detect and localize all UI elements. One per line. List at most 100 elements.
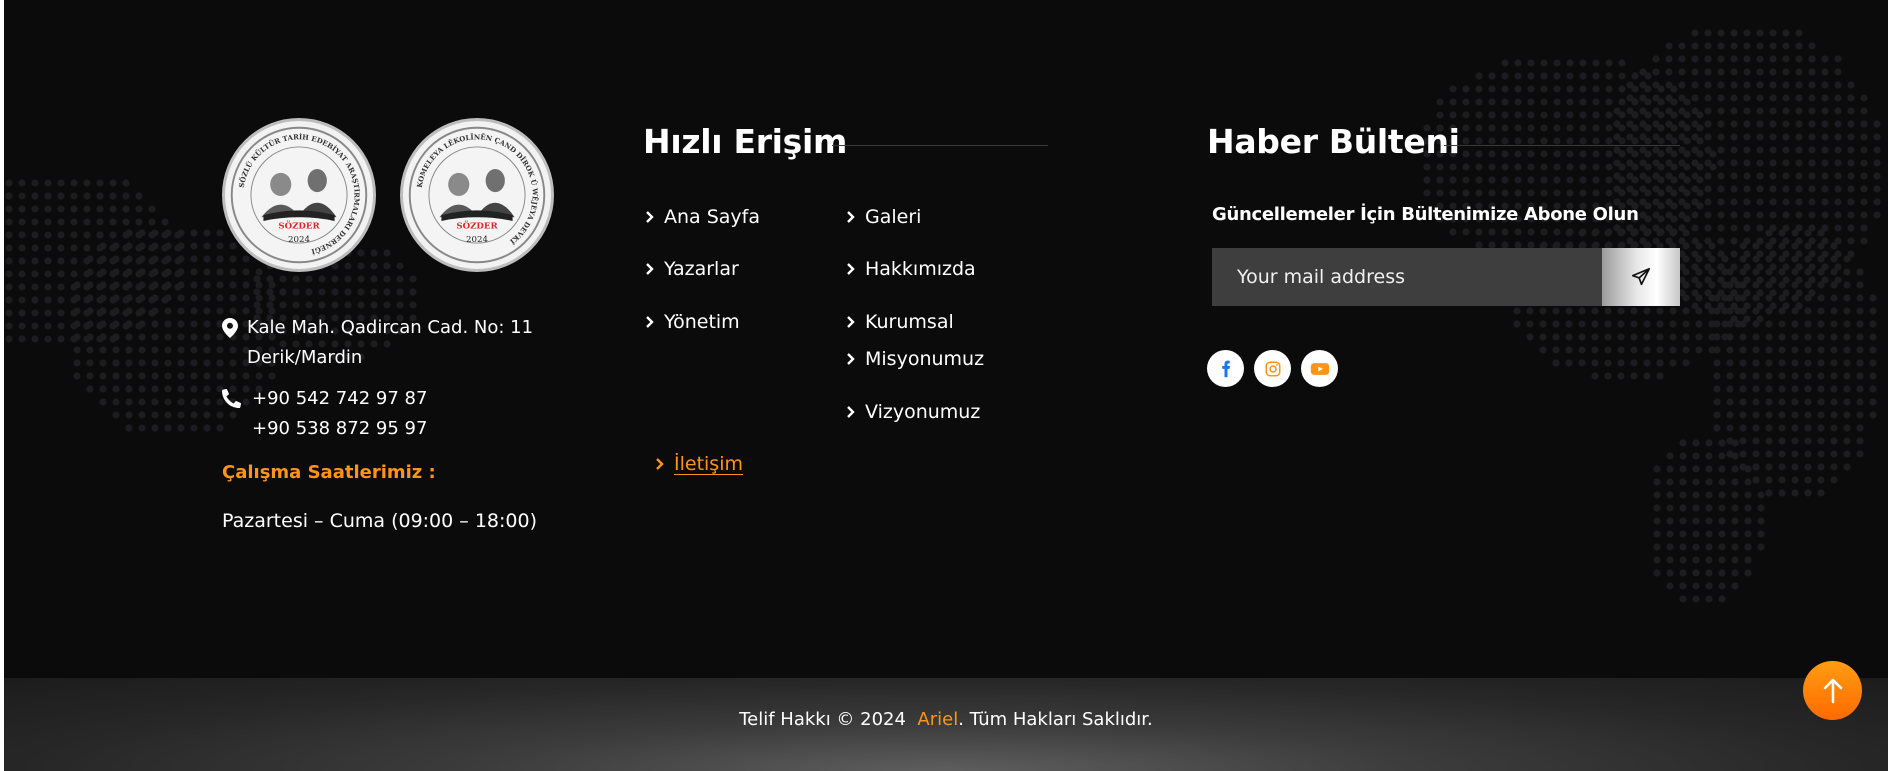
map-dot: [1449, 228, 1457, 236]
phone-number-1[interactable]: +90 542 742 97 87: [252, 384, 427, 414]
quick-link-about[interactable]: Hakkımızda: [845, 258, 976, 280]
address-block: Kale Mah. Qadircan Cad. No: 11 Derik/Mar…: [222, 313, 533, 373]
map-dot: [1713, 385, 1721, 393]
map-dot: [1691, 133, 1699, 141]
brand-link[interactable]: Ariel: [917, 709, 958, 730]
map-dot: [1679, 582, 1687, 590]
map-dot: [1730, 55, 1738, 63]
map-dot: [1704, 29, 1712, 37]
map-dot: [112, 320, 120, 328]
quick-link-contact[interactable]: İletişim: [654, 453, 743, 475]
map-dot: [57, 309, 65, 317]
map-dot: [1739, 281, 1747, 289]
map-dot: [1821, 94, 1829, 102]
map-dot: [1739, 307, 1747, 315]
map-dot: [1718, 517, 1726, 525]
map-dot: [44, 231, 52, 239]
map-dot: [31, 205, 39, 213]
map-dot: [1730, 185, 1738, 193]
map-dot: [177, 268, 185, 276]
map-dot: [86, 320, 94, 328]
map-dot: [1791, 424, 1799, 432]
map-dot: [1704, 185, 1712, 193]
map-dot: [190, 229, 198, 237]
map-dot: [1552, 307, 1560, 315]
map-dot: [1843, 385, 1851, 393]
map-dot: [1765, 398, 1773, 406]
map-dot: [151, 372, 159, 380]
phone-number-2[interactable]: +90 538 872 95 97: [252, 414, 427, 444]
map-dot: [86, 268, 94, 276]
chevron-right-icon: [646, 316, 654, 328]
map-dot: [177, 229, 185, 237]
newsletter-email-input[interactable]: [1212, 248, 1602, 306]
map-dot: [177, 346, 185, 354]
map-dot: [1613, 107, 1621, 115]
map-dot: [1817, 411, 1825, 419]
map-dot: [1804, 424, 1812, 432]
map-dot: [1665, 172, 1673, 180]
map-dot: [177, 359, 185, 367]
quick-link-vision[interactable]: Vizyonumuz: [845, 401, 980, 423]
copyright-bar: Telif Hakkı © 2024 Ariel. Tüm Hakları Sa…: [4, 678, 1888, 771]
map-dot: [1691, 146, 1699, 154]
map-dot: [70, 218, 78, 226]
map-dot: [1592, 124, 1600, 132]
map-dot: [18, 270, 26, 278]
map-dot: [1462, 189, 1470, 197]
back-to-top-button[interactable]: [1803, 661, 1862, 720]
map-dot: [1666, 556, 1674, 564]
map-dot: [18, 296, 26, 304]
map-dot: [1843, 346, 1851, 354]
map-dot: [73, 281, 81, 289]
map-dot: [1613, 146, 1621, 154]
map-dot: [1682, 255, 1690, 263]
map-dot: [1804, 229, 1812, 237]
map-dot: [44, 309, 52, 317]
map-dot: [164, 229, 172, 237]
quick-link-home[interactable]: Ana Sayfa: [644, 206, 760, 228]
map-dot: [109, 205, 117, 213]
map-dot: [1791, 320, 1799, 328]
map-dot: [1804, 450, 1812, 458]
map-dot: [1743, 185, 1751, 193]
youtube-link[interactable]: [1301, 350, 1338, 387]
map-dot: [1475, 150, 1483, 158]
map-dot: [1873, 146, 1881, 154]
map-dot: [1860, 159, 1868, 167]
map-dot: [1847, 94, 1855, 102]
map-dot: [1679, 452, 1687, 460]
quick-link-corporate[interactable]: Kurumsal: [845, 311, 954, 333]
quick-link-authors[interactable]: Yazarlar: [644, 258, 739, 280]
map-dot: [1653, 517, 1661, 525]
map-dot: [1765, 229, 1773, 237]
map-dot: [1782, 172, 1790, 180]
map-dot: [1739, 255, 1747, 263]
map-dot: [1778, 359, 1786, 367]
instagram-link[interactable]: [1254, 350, 1291, 387]
map-dot: [1691, 42, 1699, 50]
map-dot: [1643, 372, 1651, 380]
map-dot: [1756, 172, 1764, 180]
map-dot: [1769, 159, 1777, 167]
map-dot: [1605, 150, 1613, 158]
newsletter-submit-button[interactable]: [1602, 248, 1680, 306]
map-dot: [279, 275, 287, 283]
map-dot: [125, 424, 133, 432]
map-dot: [1566, 59, 1574, 67]
map-dot: [1743, 146, 1751, 154]
map-dot: [1626, 133, 1634, 141]
map-dot: [151, 424, 159, 432]
quick-link-management[interactable]: Yönetim: [644, 311, 740, 333]
map-dot: [1579, 189, 1587, 197]
map-dot: [1592, 98, 1600, 106]
map-dot: [1843, 424, 1851, 432]
facebook-link[interactable]: [1207, 350, 1244, 387]
map-dot: [1834, 211, 1842, 219]
map-dot: [86, 385, 94, 393]
quick-link-gallery[interactable]: Galeri: [845, 206, 921, 228]
quick-link-mission[interactable]: Misyonumuz: [845, 348, 984, 370]
map-dot: [1817, 320, 1825, 328]
map-dot: [292, 275, 300, 283]
map-dot: [1782, 107, 1790, 115]
